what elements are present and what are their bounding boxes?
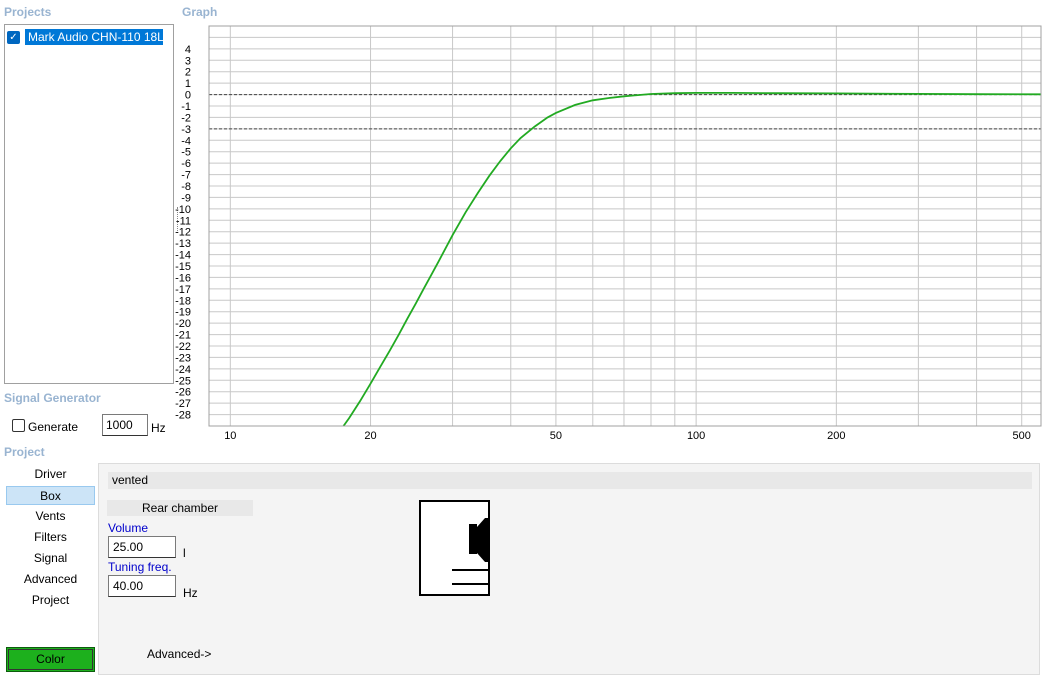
- y-tick-label: -9: [181, 192, 191, 204]
- frequency-input[interactable]: 1000: [102, 414, 148, 436]
- y-tick-label: -27: [175, 398, 191, 410]
- y-tick-label: -12: [175, 227, 191, 239]
- y-tick-label: -25: [175, 375, 191, 387]
- box-panel: [98, 463, 1040, 675]
- project-item[interactable]: ✓ Mark Audio CHN-110 18L v: [7, 28, 163, 46]
- y-tick-label: 0: [185, 90, 191, 102]
- y-tick-label: -20: [175, 318, 191, 330]
- y-tick-label: 3: [185, 55, 191, 67]
- y-tick-label: -16: [175, 272, 191, 284]
- project-item-label: Mark Audio CHN-110 18L v: [25, 29, 163, 45]
- tuning-unit: Hz: [183, 586, 198, 600]
- vented-box-diagram-icon: [419, 500, 490, 596]
- y-tick-label: -7: [181, 170, 191, 182]
- x-axis-ticks: 10 20 50 100 200 500: [224, 430, 1031, 442]
- response-curve: [342, 92, 1042, 427]
- y-tick-label: -2: [181, 112, 191, 124]
- tuning-label: Tuning freq.: [108, 560, 172, 574]
- y-tick-label: -13: [175, 238, 191, 250]
- response-graph: 43210-1-2-3-4-5-6-7-8-9-10-11-12-13-14-1…: [175, 25, 1042, 442]
- y-tick-label: -19: [175, 307, 191, 319]
- reference-lines: [209, 94, 1041, 130]
- y-tick-label: 4: [185, 44, 191, 56]
- y-tick-label: -23: [175, 352, 191, 364]
- y-tick-label: -17: [175, 284, 191, 296]
- plot-border: [208, 25, 1042, 427]
- volume-label: Volume: [108, 521, 149, 535]
- x-tick-label: 10: [224, 430, 236, 442]
- y-tick-label: -14: [175, 250, 191, 262]
- projects-list[interactable]: ✓ Mark Audio CHN-110 18L v: [4, 24, 174, 384]
- nav-driver[interactable]: Driver: [6, 465, 95, 484]
- generate-label: Generate: [28, 420, 79, 434]
- box-type-selector[interactable]: vented: [108, 472, 1032, 489]
- x-tick-label: 500: [1013, 430, 1031, 442]
- color-button[interactable]: Color: [6, 647, 95, 672]
- y-tick-label: -10: [175, 204, 191, 216]
- project-checkbox[interactable]: ✓: [7, 30, 20, 44]
- nav-vents[interactable]: Vents: [6, 507, 95, 526]
- volume-input[interactable]: 25.00: [108, 536, 176, 558]
- y-tick-label: -18: [175, 295, 191, 307]
- rear-chamber-header: Rear chamber: [107, 500, 253, 516]
- nav-advanced[interactable]: Advanced: [6, 570, 95, 589]
- y-tick-label: -6: [181, 158, 191, 170]
- generate-checkbox[interactable]: [12, 419, 25, 432]
- y-axis-ticks: 43210-1-2-3-4-5-6-7-8-9-10-11-12-13-14-1…: [175, 44, 191, 422]
- y-tick-label: -24: [175, 364, 191, 376]
- nav-filters[interactable]: Filters: [6, 528, 95, 547]
- y-tick-label: -11: [176, 215, 191, 227]
- frequency-unit: Hz: [151, 421, 166, 435]
- y-tick-label: -4: [181, 135, 191, 147]
- y-tick-label: -28: [175, 410, 191, 422]
- volume-unit: l: [183, 546, 186, 560]
- projects-title: Projects: [4, 5, 52, 19]
- y-tick-label: -22: [175, 341, 191, 353]
- x-tick-label: 200: [827, 430, 845, 442]
- y-tick-label: -26: [175, 387, 191, 399]
- x-tick-label: 20: [364, 430, 376, 442]
- y-tick-label: -15: [175, 261, 191, 273]
- y-tick-label: 1: [185, 78, 191, 90]
- tuning-input[interactable]: 40.00: [108, 575, 176, 597]
- x-tick-label: 50: [550, 430, 562, 442]
- nav-box[interactable]: Box: [6, 486, 95, 505]
- graph-title: Graph: [182, 5, 218, 19]
- nav-project[interactable]: Project: [6, 591, 95, 610]
- y-tick-label: 2: [185, 67, 191, 79]
- x-tick-label: 100: [687, 430, 705, 442]
- y-tick-label: -8: [181, 181, 191, 193]
- project-title: Project: [4, 445, 45, 459]
- y-tick-label: -5: [181, 147, 191, 159]
- y-tick-label: -21: [175, 330, 191, 342]
- signal-generator-title: Signal Generator: [4, 391, 101, 405]
- nav-signal[interactable]: Signal: [6, 549, 95, 568]
- y-tick-label: -3: [181, 124, 191, 136]
- advanced-link[interactable]: Advanced->: [147, 647, 211, 661]
- y-tick-label: -1: [181, 101, 191, 113]
- grid: [209, 25, 1041, 427]
